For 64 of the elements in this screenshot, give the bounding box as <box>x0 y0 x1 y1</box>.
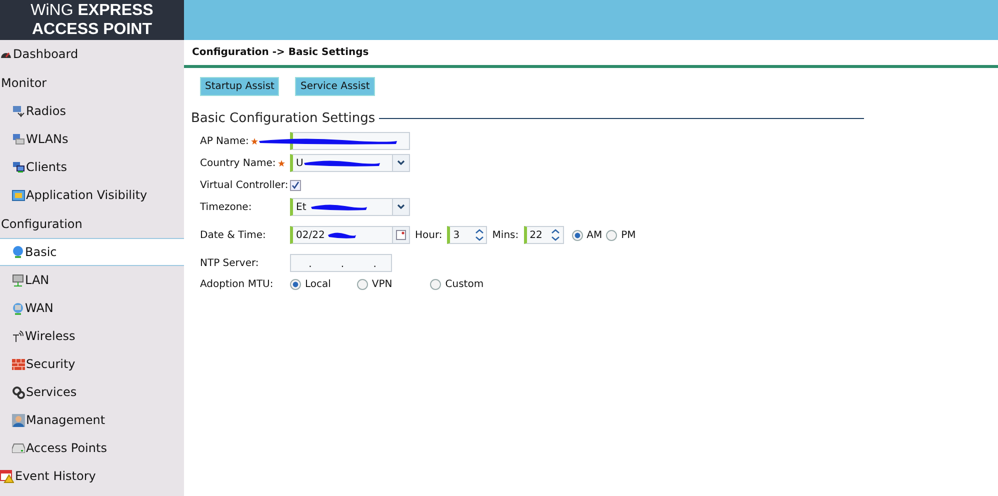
nav-item[interactable]: Management <box>0 406 184 434</box>
breadcrumb: Configuration -> Basic Settings <box>184 40 998 68</box>
field-label: Date & Time: <box>200 230 267 240</box>
nav-item[interactable]: Clients <box>0 153 184 181</box>
monitor-antenna-icon <box>12 105 25 117</box>
spinner-arrows-icon[interactable] <box>474 228 484 242</box>
nav-section-heading: Configuration <box>0 216 82 230</box>
chevron-down-icon <box>397 160 405 166</box>
field-label: NTP Server: <box>200 258 260 268</box>
nav-item[interactable]: Application Visibility <box>0 181 184 209</box>
chart-device-icon <box>12 133 25 145</box>
nav-item[interactable]: Dashboard <box>0 40 184 68</box>
field-label: Virtual Controller: <box>200 180 290 190</box>
gears-icon <box>12 386 25 398</box>
dropdown-field[interactable]: Et <box>290 198 410 216</box>
drive-icon <box>12 443 25 453</box>
radio-label: Custom <box>445 278 484 290</box>
globe-icon <box>12 246 24 258</box>
section-title: Basic Configuration Settings <box>191 111 376 126</box>
nav-item[interactable]: Radios <box>0 97 184 125</box>
radio-button[interactable] <box>356 278 368 290</box>
field-label: Adoption MTU: <box>200 278 274 290</box>
spinner-field[interactable]: 22 <box>524 226 564 244</box>
nav-section-heading: Monitor <box>0 76 47 90</box>
field-label: Mins: <box>492 230 519 240</box>
network-computer-icon <box>12 274 24 286</box>
nav-item[interactable]: WLANs <box>0 125 184 153</box>
nav-item[interactable]: LAN <box>0 266 184 294</box>
radio-button[interactable] <box>430 278 442 290</box>
user-icon <box>12 414 25 426</box>
field-label: Hour: <box>415 230 442 240</box>
date-field[interactable]: 02/22 <box>290 226 410 244</box>
checkbox[interactable] <box>290 180 301 190</box>
ip-address-field[interactable]: . . . <box>290 254 392 272</box>
field-label: Country Name: <box>200 158 276 168</box>
nav-item[interactable]: Wireless <box>0 322 184 350</box>
calendar-warning-icon <box>0 469 14 483</box>
field-label: Timezone: <box>200 202 253 212</box>
field-label: AP Name: <box>200 136 249 146</box>
calendar-icon[interactable] <box>396 230 406 240</box>
spinner-arrows-icon[interactable] <box>551 228 560 242</box>
radio-button[interactable] <box>606 230 618 240</box>
nav-item[interactable]: Event History <box>0 462 184 490</box>
nav-item[interactable]: Security <box>0 350 184 378</box>
computers-icon <box>12 161 25 173</box>
radio-label: AM <box>586 230 602 240</box>
radio-button[interactable] <box>290 278 301 290</box>
assist-button[interactable]: Startup Assist <box>200 77 280 96</box>
nav-item[interactable]: WAN <box>0 294 184 322</box>
nav-item[interactable]: Services <box>0 378 184 406</box>
nav-item[interactable]: Basic <box>0 238 184 266</box>
antenna-icon <box>12 330 24 342</box>
nav-item[interactable]: Access Points <box>0 434 184 462</box>
radio-button[interactable] <box>572 230 583 240</box>
radio-label: PM <box>621 230 636 240</box>
globe-computer-icon <box>12 302 24 314</box>
app-window-icon <box>12 190 25 200</box>
radio-label: Local <box>305 278 331 290</box>
chevron-down-icon <box>397 204 405 210</box>
radio-label: VPN <box>372 278 392 290</box>
assist-button[interactable]: Service Assist <box>295 77 375 96</box>
product-logo: WiNG EXPRESS ACCESS POINT <box>0 0 184 40</box>
spinner-field[interactable]: 3 <box>447 226 488 244</box>
firewall-icon <box>12 358 25 370</box>
